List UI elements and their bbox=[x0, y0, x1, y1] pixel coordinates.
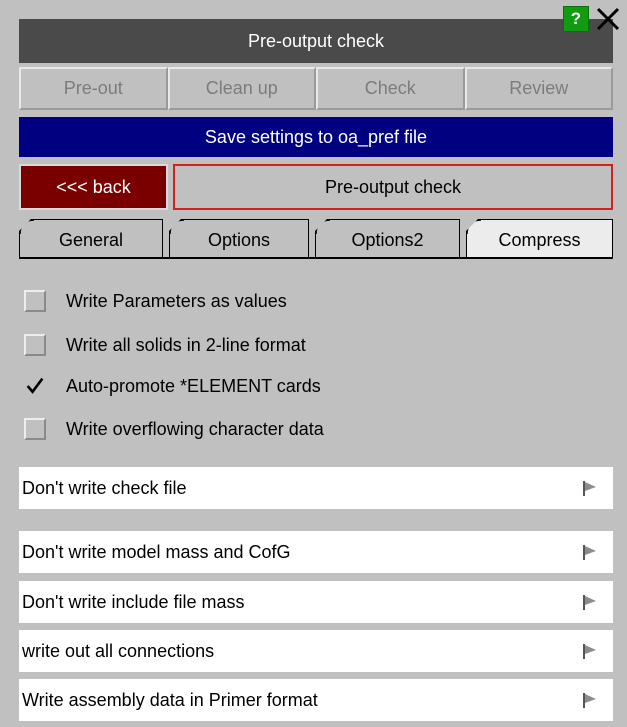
tab-options2-label: Options2 bbox=[351, 230, 424, 250]
write-solids-checkbox[interactable] bbox=[24, 334, 46, 356]
checkbox-row-write-parameters[interactable]: Write Parameters as values bbox=[24, 283, 287, 319]
tab-options2[interactable]: Options2 bbox=[315, 219, 460, 257]
option-label: Don't write check file bbox=[22, 477, 187, 498]
tab-compress-label: Compress bbox=[498, 230, 581, 250]
flag-arrow-icon bbox=[583, 595, 596, 610]
panel-title-label: Pre-output check bbox=[324, 176, 462, 197]
option-check-file[interactable]: Don't write check file bbox=[19, 467, 613, 509]
tab-corner-icon bbox=[169, 219, 185, 235]
save-settings-button[interactable]: Save settings to oa_pref file bbox=[19, 117, 613, 157]
option-label: Don't write model mass and CofG bbox=[22, 541, 291, 562]
tab-general[interactable]: General bbox=[19, 219, 163, 257]
checkmark-icon bbox=[26, 377, 44, 394]
pre-out-button[interactable]: Pre-out bbox=[19, 67, 168, 110]
write-overflowing-checkbox[interactable] bbox=[24, 418, 46, 440]
flag-arrow-icon bbox=[583, 545, 596, 560]
checkbox-label: Write overflowing character data bbox=[66, 418, 324, 439]
option-label: write out all connections bbox=[22, 640, 215, 661]
title-bar: Pre-output check bbox=[19, 19, 613, 63]
flag-arrow-icon bbox=[583, 693, 596, 708]
tab-general-label: General bbox=[58, 230, 124, 250]
tab-options-label: Options bbox=[207, 230, 271, 250]
option-assembly-data[interactable]: Write assembly data in Primer format bbox=[19, 679, 613, 721]
check-button[interactable]: Check bbox=[316, 67, 465, 110]
checkbox-row-auto-promote[interactable]: Auto-promote *ELEMENT cards bbox=[24, 368, 321, 404]
flag-arrow-icon bbox=[583, 644, 596, 659]
tab-options[interactable]: Options bbox=[169, 219, 309, 257]
help-button[interactable]: ? bbox=[563, 6, 589, 32]
checkbox-label: Write Parameters as values bbox=[66, 290, 287, 311]
checkbox-label: Write all solids in 2-line format bbox=[66, 334, 306, 355]
tab-baseline bbox=[19, 257, 613, 259]
save-settings-label: Save settings to oa_pref file bbox=[204, 126, 428, 147]
option-model-mass[interactable]: Don't write model mass and CofG bbox=[19, 531, 613, 573]
checkbox-row-write-solids[interactable]: Write all solids in 2-line format bbox=[24, 327, 306, 363]
panel-title: Pre-output check bbox=[173, 164, 613, 210]
tab-compress[interactable]: Compress bbox=[466, 219, 613, 257]
option-connections[interactable]: write out all connections bbox=[19, 630, 613, 672]
close-icon bbox=[596, 7, 620, 31]
review-button[interactable]: Review bbox=[464, 67, 613, 110]
tab-corner-icon bbox=[466, 219, 482, 235]
close-button[interactable] bbox=[592, 2, 624, 36]
write-parameters-checkbox[interactable] bbox=[24, 290, 46, 312]
back-label: <<< back bbox=[56, 176, 131, 197]
option-label: Don't write include file mass bbox=[22, 591, 245, 612]
flag-arrow-icon bbox=[583, 481, 596, 496]
clean-up-button[interactable]: Clean up bbox=[167, 67, 316, 110]
window-title: Pre-output check bbox=[247, 30, 385, 51]
mode-button-bar: Pre-out Clean up Check Review bbox=[19, 67, 613, 110]
checkbox-row-write-overflowing[interactable]: Write overflowing character data bbox=[24, 411, 324, 447]
help-label: ? bbox=[570, 9, 582, 28]
option-label: Write assembly data in Primer format bbox=[22, 689, 318, 710]
checkbox-label: Auto-promote *ELEMENT cards bbox=[66, 375, 321, 396]
auto-promote-checkbox[interactable] bbox=[24, 375, 46, 397]
back-button[interactable]: <<< back bbox=[19, 164, 168, 210]
tab-corner-icon bbox=[315, 219, 331, 235]
option-include-file-mass[interactable]: Don't write include file mass bbox=[19, 581, 613, 623]
tab-corner-icon bbox=[19, 219, 35, 235]
